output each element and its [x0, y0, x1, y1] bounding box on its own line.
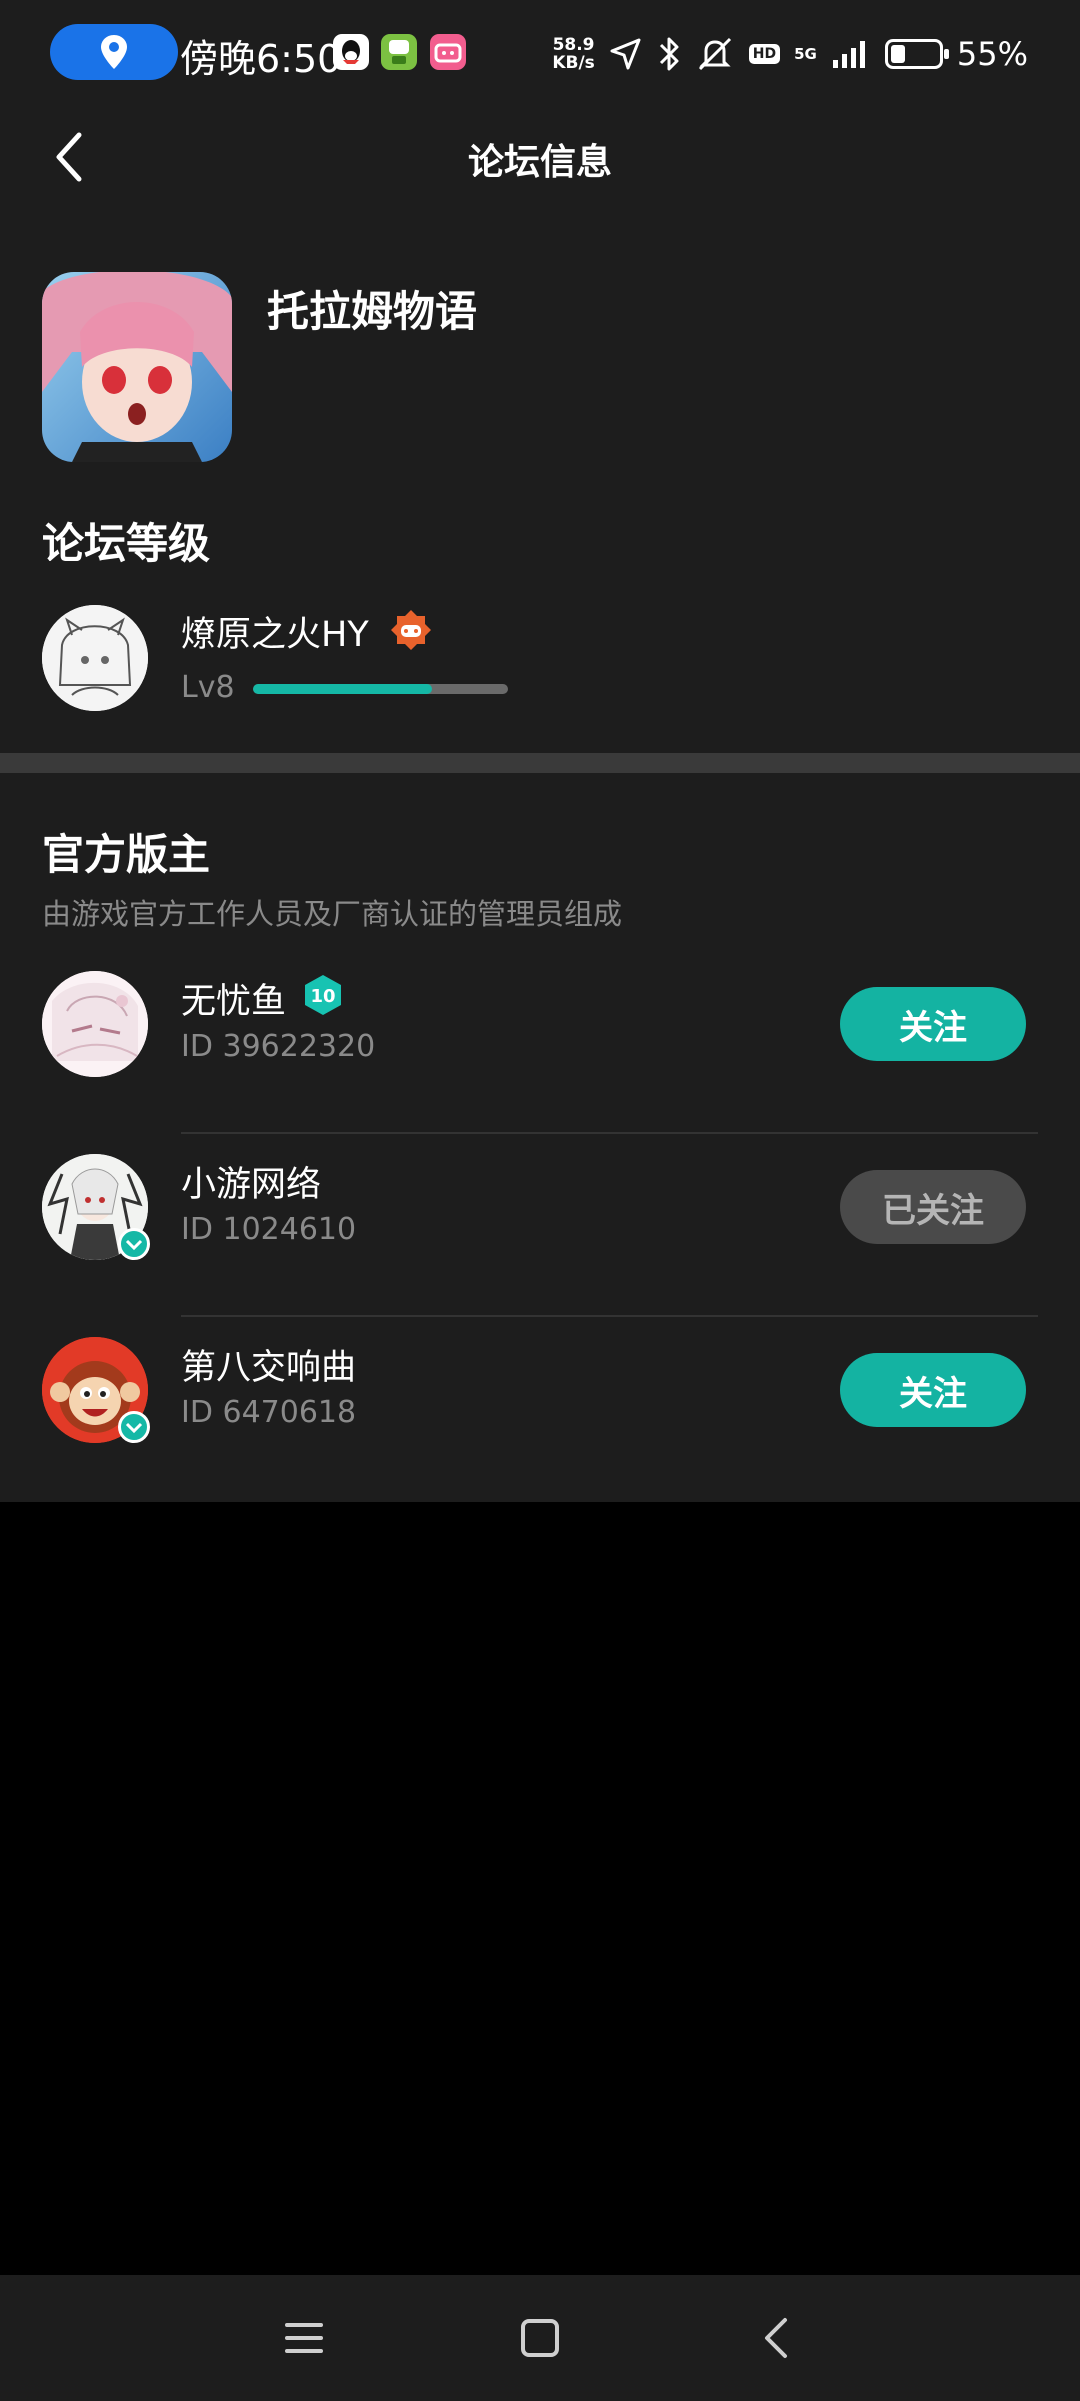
follow-button[interactable]: 关注	[840, 987, 1026, 1061]
status-right-group: 58.9 KB/s HD 5G 55%	[552, 26, 1028, 82]
gamepad-badge-icon	[389, 608, 433, 652]
section-divider	[0, 753, 1080, 773]
network-type: 5G	[794, 45, 817, 63]
moderator-name[interactable]: 小游网络	[181, 1156, 321, 1207]
system-back-button[interactable]	[743, 2305, 809, 2371]
home-button[interactable]	[507, 2305, 573, 2371]
user-avatar[interactable]	[42, 605, 148, 711]
battery-percent: 55%	[956, 35, 1028, 73]
level-badge-text: 10	[310, 986, 335, 1007]
recent-apps-button[interactable]	[271, 2305, 337, 2371]
moderator-id: ID 39622320	[181, 1029, 376, 1064]
moderators-subtitle: 由游戏官方工作人员及厂商认证的管理员组成	[42, 897, 623, 931]
moderator-name[interactable]: 无忧鱼	[181, 973, 286, 1024]
moderators-title: 官方版主	[42, 830, 211, 879]
level-section-title: 论坛等级	[42, 519, 211, 568]
system-nav-bar	[0, 2275, 1080, 2401]
moderators-section: 官方版主 由游戏官方工作人员及厂商认证的管理员组成 无忧鱼 10 ID 3962…	[0, 773, 1080, 1502]
bluetooth-icon	[659, 37, 679, 71]
game-name: 托拉姆物语	[267, 287, 478, 336]
level-badge-icon: 10	[301, 973, 345, 1017]
bilibili-icon	[430, 34, 466, 70]
back-icon	[765, 2318, 787, 2358]
level-progress-fill	[253, 684, 432, 694]
moderator-id: ID 1024610	[181, 1212, 357, 1247]
net-speed-value: 58.9	[552, 35, 595, 55]
hd-badge: HD	[748, 44, 781, 64]
user-level: Lv8	[181, 670, 235, 705]
forum-info-section: 托拉姆物语 论坛等级 燎原之火HY Lv8	[0, 210, 1080, 753]
battery-icon	[884, 39, 949, 69]
location-pill[interactable]	[50, 24, 178, 80]
home-icon	[521, 2319, 559, 2357]
signal-icon	[832, 41, 865, 68]
verified-badge-icon	[118, 1411, 150, 1443]
moderator-row[interactable]: 第八交响曲 ID 6470618 关注	[0, 1317, 1080, 1500]
status-time: 傍晚6:50	[180, 37, 342, 81]
qq-icon	[333, 34, 369, 70]
follow-button[interactable]: 关注	[840, 1353, 1026, 1427]
status-bar: 傍晚6:50 58.9 KB/s HD 5G 55%	[0, 0, 1080, 105]
level-progress-bar	[253, 684, 508, 694]
location-icon	[101, 35, 127, 69]
net-speed-unit: KB/s	[552, 53, 595, 73]
moderator-row[interactable]: 小游网络 ID 1024610 已关注	[0, 1134, 1080, 1317]
page-title: 论坛信息	[467, 142, 612, 183]
user-name: 燎原之火HY	[181, 615, 369, 655]
game-icon[interactable]	[42, 272, 232, 462]
mute-icon	[698, 37, 731, 71]
net-speed: 58.9 KB/s	[552, 36, 594, 72]
moderator-id: ID 6470618	[181, 1395, 357, 1430]
navigation-arrow-icon	[610, 38, 641, 70]
moderator-name[interactable]: 第八交响曲	[181, 1339, 356, 1390]
header: 论坛信息	[0, 105, 1080, 210]
moderator-row[interactable]: 无忧鱼 10 ID 39622320 关注	[0, 951, 1080, 1134]
verified-badge-icon	[118, 1228, 150, 1260]
following-button[interactable]: 已关注	[840, 1170, 1026, 1244]
green-app-icon	[381, 34, 417, 70]
menu-icon	[285, 2323, 323, 2353]
moderator-avatar[interactable]	[42, 971, 148, 1077]
